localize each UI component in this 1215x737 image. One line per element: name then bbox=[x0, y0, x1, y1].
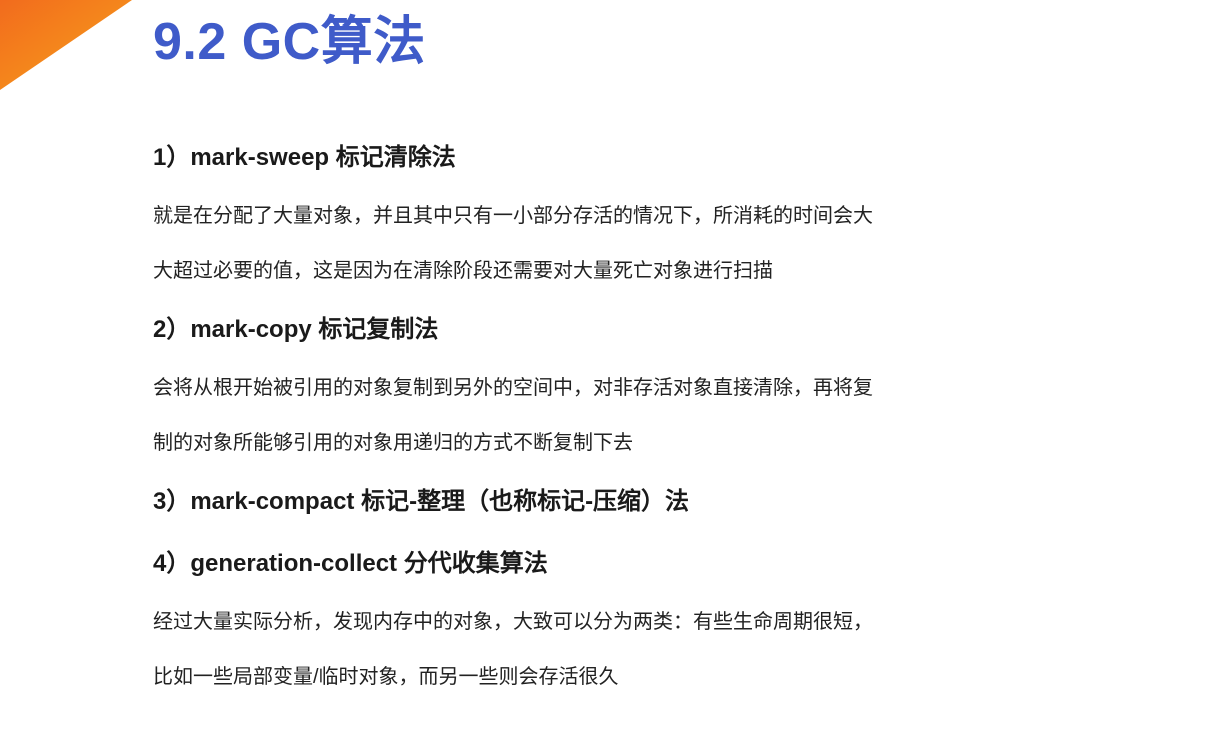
mark-sweep-description-line-1: 就是在分配了大量对象，并且其中只有一小部分存活的情况下，所消耗的时间会大 bbox=[153, 205, 873, 227]
section-heading-mark-sweep: 1）mark-sweep 标记清除法 bbox=[153, 144, 456, 171]
section-heading-mark-compact: 3）mark-compact 标记-整理（也称标记-压缩）法 bbox=[153, 488, 690, 515]
section-heading-mark-copy: 2）mark-copy 标记复制法 bbox=[153, 316, 439, 343]
generation-collect-description-line-2: 比如一些局部变量/临时对象，而另一些则会存活很久 bbox=[153, 666, 619, 688]
corner-accent-decoration bbox=[0, 0, 132, 90]
mark-copy-description-line-1: 会将从根开始被引用的对象复制到另外的空间中，对非存活对象直接清除，再将复 bbox=[153, 377, 873, 399]
generation-collect-description-line-1: 经过大量实际分析，发现内存中的对象，大致可以分为两类：有些生命周期很短， bbox=[153, 611, 873, 633]
page-title: 9.2 GC算法 bbox=[153, 13, 426, 71]
section-heading-generation-collect: 4）generation-collect 分代收集算法 bbox=[153, 550, 548, 577]
mark-sweep-description-line-2: 大超过必要的值，这是因为在清除阶段还需要对大量死亡对象进行扫描 bbox=[153, 260, 773, 282]
mark-copy-description-line-2: 制的对象所能够引用的对象用递归的方式不断复制下去 bbox=[153, 432, 633, 454]
